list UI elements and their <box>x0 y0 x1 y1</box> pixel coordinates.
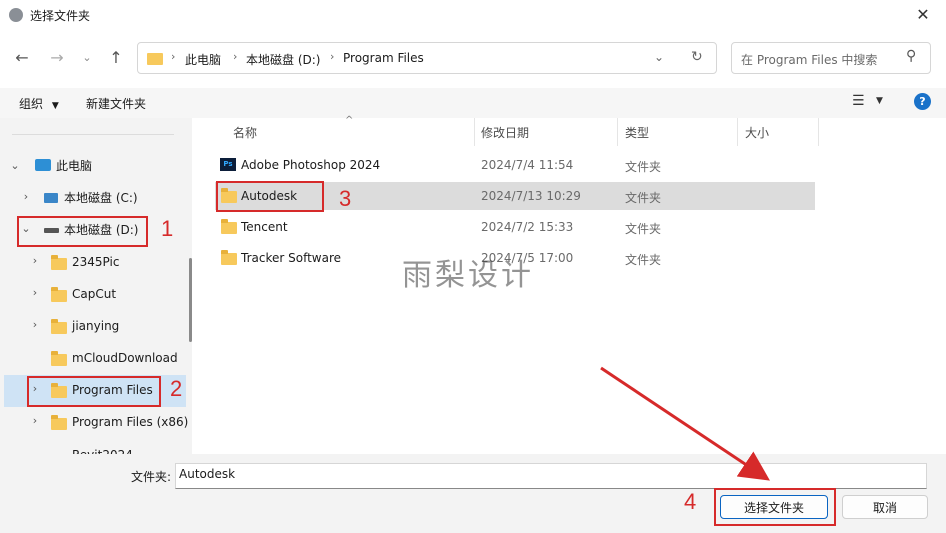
annotation-arrow <box>600 366 770 481</box>
arrow-line <box>600 366 770 481</box>
